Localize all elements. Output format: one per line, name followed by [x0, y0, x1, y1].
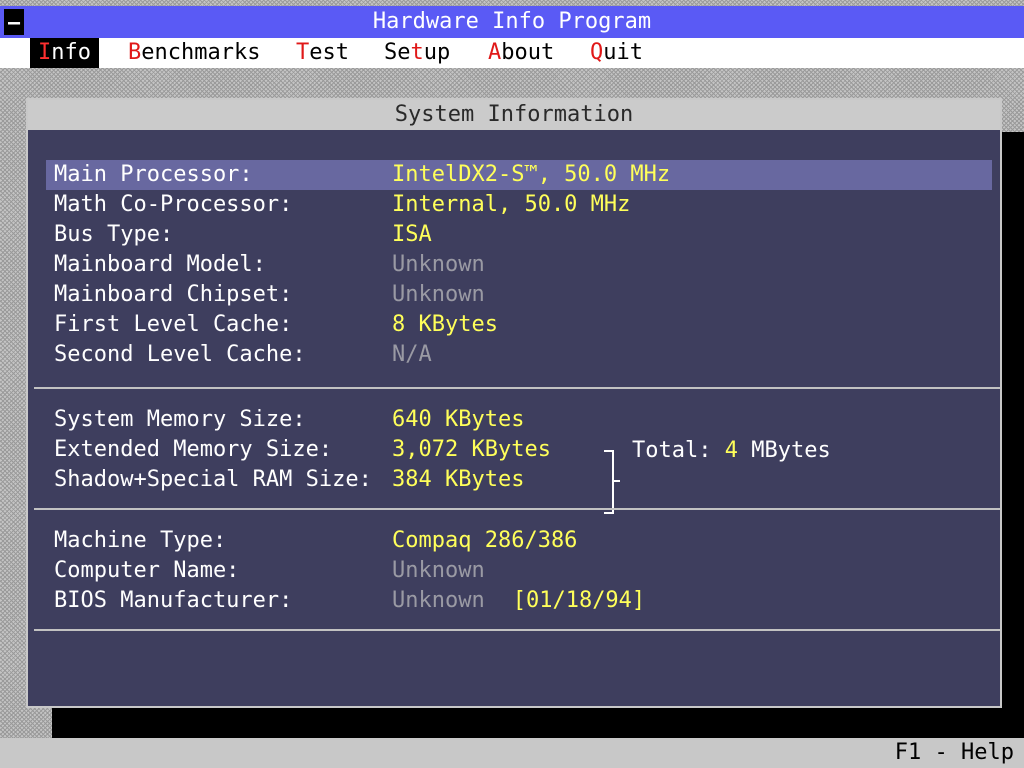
- total-memory: Total: 4 MBytes: [632, 436, 831, 466]
- app-title: Hardware Info Program: [372, 9, 652, 34]
- bios-manufacturer-value: Unknown [01/18/94]: [392, 586, 645, 616]
- dash-icon: —: [7, 10, 21, 34]
- status-bar: F1 - Help: [0, 738, 1024, 768]
- row-mainboard-chipset[interactable]: Mainboard Chipset: Unknown: [46, 280, 992, 310]
- row-first-level-cache[interactable]: First Level Cache: 8 KBytes: [46, 310, 992, 340]
- bracket-tick: [612, 480, 620, 482]
- second-level-cache-label: Second Level Cache:: [54, 342, 306, 367]
- row-second-level-cache[interactable]: Second Level Cache: N/A: [46, 340, 992, 370]
- row-extended-memory[interactable]: Extended Memory Size: 3,072 KBytes: [46, 435, 992, 465]
- menu-quit[interactable]: Quit: [582, 38, 651, 68]
- system-information-window: System Information Main Processor: Intel…: [26, 98, 1002, 708]
- mainboard-model-value: Unknown: [392, 252, 485, 277]
- row-bus-type[interactable]: Bus Type: ISA: [46, 220, 992, 250]
- bracket-icon: [604, 450, 614, 514]
- system-memory-value: 640 KBytes: [392, 407, 525, 432]
- mainboard-model-label: Mainboard Model:: [54, 252, 266, 277]
- menu-setup[interactable]: Setup: [376, 38, 458, 68]
- machine-type-label: Machine Type:: [54, 528, 227, 553]
- math-coprocessor-label: Math Co-Processor:: [54, 192, 293, 217]
- extended-memory-value: 3,072 KBytes: [392, 437, 551, 462]
- menu-benchmarks[interactable]: Benchmarks: [120, 38, 268, 68]
- first-level-cache-label: First Level Cache:: [54, 312, 293, 337]
- bios-date: [01/18/94]: [512, 588, 646, 613]
- mainboard-chipset-value: Unknown: [392, 282, 485, 307]
- system-menu-button[interactable]: —: [4, 9, 24, 35]
- title-bar: Hardware Info Program: [0, 6, 1024, 38]
- shadow-ram-value: 384 KBytes: [392, 467, 525, 492]
- computer-name-label: Computer Name:: [54, 558, 240, 583]
- row-system-memory[interactable]: System Memory Size: 640 KBytes: [46, 405, 992, 435]
- bios-manufacturer-label: BIOS Manufacturer:: [54, 588, 293, 613]
- menu-bar: Info Benchmarks Test Setup About Quit: [0, 38, 1024, 68]
- row-math-coprocessor[interactable]: Math Co-Processor: Internal, 50.0 MHz: [46, 190, 992, 220]
- extended-memory-label: Extended Memory Size:: [54, 437, 333, 462]
- menu-info[interactable]: Info: [30, 38, 99, 68]
- window-content: Main Processor: IntelDX2-S™, 50.0 MHz Ma…: [34, 132, 1000, 700]
- bus-type-value: ISA: [392, 222, 432, 247]
- main-processor-value: IntelDX2-S™, 50.0 MHz: [392, 162, 671, 187]
- row-machine-type[interactable]: Machine Type: Compaq 286/386: [46, 526, 992, 556]
- row-bios-manufacturer[interactable]: BIOS Manufacturer: Unknown [01/18/94]: [46, 586, 992, 616]
- total-label: Total:: [632, 438, 712, 463]
- bios-manufacturer-text: Unknown: [392, 588, 485, 613]
- row-main-processor[interactable]: Main Processor: IntelDX2-S™, 50.0 MHz: [46, 160, 992, 190]
- machine-type-value: Compaq 286/386: [392, 528, 578, 553]
- section-divider: [34, 508, 1000, 510]
- second-level-cache-value: N/A: [392, 342, 432, 367]
- first-level-cache-value: 8 KBytes: [392, 310, 498, 340]
- total-unit: MBytes: [751, 438, 831, 463]
- window-title-bar[interactable]: System Information: [28, 100, 1000, 130]
- section-divider: [34, 387, 1000, 389]
- system-memory-label: System Memory Size:: [54, 407, 306, 432]
- menu-about[interactable]: About: [480, 38, 562, 68]
- menu-test[interactable]: Test: [288, 38, 357, 68]
- help-hint[interactable]: F1 - Help: [895, 738, 1014, 768]
- section-divider: [34, 629, 1000, 631]
- shadow-ram-label: Shadow+Special RAM Size:: [54, 467, 372, 492]
- total-number: 4: [724, 438, 738, 463]
- row-computer-name[interactable]: Computer Name: Unknown: [46, 556, 992, 586]
- main-processor-label: Main Processor:: [54, 162, 253, 187]
- window-title: System Information: [394, 102, 634, 127]
- mainboard-chipset-label: Mainboard Chipset:: [54, 282, 293, 307]
- first-level-cache-value-text: 8 KBytes: [392, 312, 498, 337]
- row-shadow-ram[interactable]: Shadow+Special RAM Size: 384 KBytes: [46, 465, 992, 495]
- bus-type-label: Bus Type:: [54, 222, 174, 247]
- row-mainboard-model[interactable]: Mainboard Model: Unknown: [46, 250, 992, 280]
- math-coprocessor-value: Internal, 50.0 MHz: [392, 192, 631, 217]
- computer-name-value: Unknown: [392, 558, 485, 583]
